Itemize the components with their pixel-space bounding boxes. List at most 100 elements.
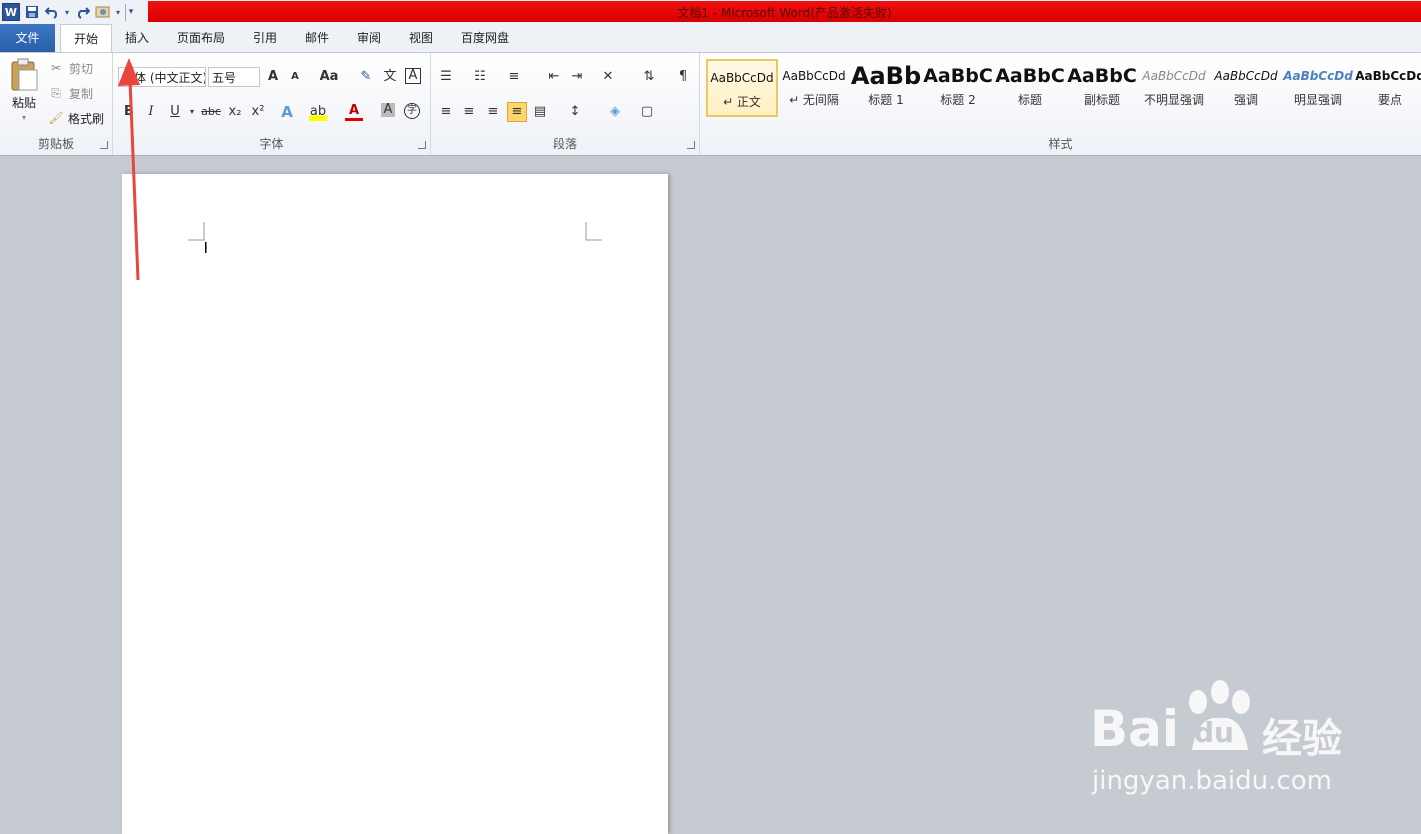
style-emphasis[interactable]: AaBbCcDd 强调 xyxy=(1210,59,1282,117)
paste-dropdown-icon[interactable]: ▾ xyxy=(16,111,32,123)
shading-icon[interactable]: ◈ xyxy=(606,103,624,121)
tab-baidu-netdisk[interactable]: 百度网盘 xyxy=(452,24,518,52)
copy-button[interactable]: 复制 xyxy=(66,84,96,102)
paragraph-group: ☰ ☷ ≡ ⇤ ⇥ ✕ ⇅ ¶ ≡ ≡ ≡ ≡ ▤ ↕ ◈ ▢ 段落 xyxy=(431,53,700,155)
style-name: 标题 xyxy=(1017,93,1042,107)
tab-file[interactable]: 文件 xyxy=(0,24,55,52)
annotation-arrow-icon xyxy=(118,58,140,281)
character-shading-icon[interactable]: A xyxy=(381,103,395,117)
borders-icon[interactable]: ▢ xyxy=(638,103,656,121)
clipboard-launcher-icon[interactable] xyxy=(100,141,108,149)
clipboard-group: 粘贴 ▾ ✂ 剪切 ⎘ 复制 🖌 格式刷 剪贴板 xyxy=(0,53,113,155)
enclose-characters-icon[interactable]: 字 xyxy=(404,103,420,119)
tab-view[interactable]: 视图 xyxy=(400,24,442,52)
multilevel-list-icon[interactable]: ≡ xyxy=(505,68,523,86)
style-heading-2[interactable]: AaBbC 标题 2 xyxy=(922,59,994,117)
phonetic-guide-icon[interactable]: 文 xyxy=(381,68,399,86)
tab-references[interactable]: 引用 xyxy=(244,24,286,52)
style-strong[interactable]: AaBbCcDd 要点 xyxy=(1354,59,1421,117)
undo-dropdown-icon[interactable]: ▾ xyxy=(63,4,71,21)
highlight-color-icon[interactable]: ab xyxy=(309,103,327,121)
style-intense-emphasis[interactable]: AaBbCcDd 明显强调 xyxy=(1282,59,1354,117)
align-right-icon[interactable]: ≡ xyxy=(484,103,502,121)
style-sample: AaBbCcDd xyxy=(782,69,846,83)
save-icon[interactable] xyxy=(23,4,40,21)
increase-indent-icon[interactable]: ⇥ xyxy=(568,68,586,86)
style-subtle-emphasis[interactable]: AaBbCcDd 不明显强调 xyxy=(1138,59,1210,117)
document-page[interactable] xyxy=(122,174,668,834)
text-effects-icon[interactable]: A xyxy=(278,103,296,121)
bullets-icon[interactable]: ☰ xyxy=(437,68,455,86)
style-sample: AaBbCcDd xyxy=(1214,69,1278,83)
font-color-icon[interactable]: A xyxy=(345,103,363,121)
sort-icon[interactable]: ⇅ xyxy=(640,68,658,86)
font-launcher-icon[interactable] xyxy=(418,141,426,149)
style-subtitle[interactable]: AaBbC 副标题 xyxy=(1066,59,1138,117)
clear-format-icon[interactable]: ✎ xyxy=(357,68,375,86)
cut-button[interactable]: 剪切 xyxy=(66,59,96,77)
align-center-icon[interactable]: ≡ xyxy=(460,103,478,121)
tab-insert[interactable]: 插入 xyxy=(114,24,160,52)
distributed-icon[interactable]: ▤ xyxy=(531,103,549,121)
character-border-icon[interactable]: A xyxy=(405,68,421,84)
font-size-combo[interactable]: 五号 xyxy=(208,67,260,87)
shrink-font-button[interactable]: A xyxy=(286,68,304,86)
line-spacing-icon[interactable]: ↕ xyxy=(566,103,584,121)
style-name: 不明显强调 xyxy=(1143,93,1204,107)
custom-tool-dropdown-icon[interactable]: ▾ xyxy=(114,4,122,21)
style-sample: AaBbCcDd xyxy=(1355,69,1421,83)
font-group-label: 字体 xyxy=(259,137,284,151)
tab-review[interactable]: 审阅 xyxy=(348,24,390,52)
style-sample: AaBbC xyxy=(995,65,1065,87)
strikethrough-button[interactable]: abc xyxy=(199,103,223,121)
format-painter-icon[interactable]: 🖌 xyxy=(48,109,64,127)
style-name: 强调 xyxy=(1233,93,1258,107)
styles-group: AaBbCcDd ↵ 正文 AaBbCcDd ↵ 无间隔 AaBb 标题 1 A… xyxy=(700,53,1421,155)
redo-icon[interactable] xyxy=(74,4,91,21)
grow-font-button[interactable]: A xyxy=(264,68,282,86)
format-painter-button[interactable]: 格式刷 xyxy=(66,109,106,127)
baidu-brand-text: Bai xyxy=(1090,700,1179,758)
numbering-icon[interactable]: ☷ xyxy=(471,68,489,86)
window-title: 文档1 - Microsoft Word(产品激活失败) xyxy=(677,6,892,20)
tab-home[interactable]: 开始 xyxy=(60,24,112,54)
clipboard-group-label: 剪贴板 xyxy=(37,137,74,151)
subscript-button[interactable]: x₂ xyxy=(226,103,244,121)
change-case-button[interactable]: Aa xyxy=(316,68,342,86)
align-left-icon[interactable]: ≡ xyxy=(437,103,455,121)
title-bar: W ▾ ▾ ▾ 文档1 - Microsoft Word(产品激活失败) xyxy=(0,0,1421,24)
decrease-indent-icon[interactable]: ⇤ xyxy=(545,68,563,86)
justify-icon[interactable]: ≡ xyxy=(507,102,527,122)
style-sample: AaBbC xyxy=(923,65,993,87)
paragraph-launcher-icon[interactable] xyxy=(687,141,695,149)
style-name: 标题 1 xyxy=(868,93,904,107)
copy-icon[interactable]: ⎘ xyxy=(48,84,64,102)
superscript-button[interactable]: x² xyxy=(249,103,267,121)
style-heading-1[interactable]: AaBb 标题 1 xyxy=(850,59,922,117)
style-name: 要点 xyxy=(1377,93,1402,107)
paste-button[interactable]: 粘贴 xyxy=(4,93,44,111)
style-title[interactable]: AaBbC 标题 xyxy=(994,59,1066,117)
quick-access-toolbar: W ▾ ▾ ▾ xyxy=(0,2,136,22)
style-sample: AaBbCcDd xyxy=(710,71,774,85)
style-normal[interactable]: AaBbCcDd ↵ 正文 xyxy=(706,59,778,117)
underline-button[interactable]: U xyxy=(166,103,184,121)
jingyan-text: 经验 xyxy=(1262,716,1342,762)
style-no-spacing[interactable]: AaBbCcDd ↵ 无间隔 xyxy=(778,59,850,117)
tab-mailings[interactable]: 邮件 xyxy=(296,24,338,52)
tab-page-layout[interactable]: 页面布局 xyxy=(170,24,232,52)
chinese-layout-icon[interactable]: ✕ xyxy=(599,68,617,86)
style-name: ↵ 正文 xyxy=(723,95,761,109)
show-marks-icon[interactable]: ¶ xyxy=(674,68,692,86)
scissors-icon[interactable]: ✂ xyxy=(48,59,64,77)
word-logo-icon[interactable]: W xyxy=(2,3,20,21)
baidu-brand-text-2: du xyxy=(1194,716,1234,749)
paste-icon[interactable] xyxy=(6,57,42,93)
styles-group-label: 样式 xyxy=(1048,137,1073,151)
customize-qat-icon[interactable]: ▾ xyxy=(125,3,136,21)
custom-tool-icon[interactable] xyxy=(94,4,111,21)
undo-icon[interactable] xyxy=(43,4,60,21)
style-sample: AaBbCcDd xyxy=(1142,69,1206,83)
paragraph-group-label: 段落 xyxy=(552,137,577,151)
style-name: 副标题 xyxy=(1083,93,1120,107)
